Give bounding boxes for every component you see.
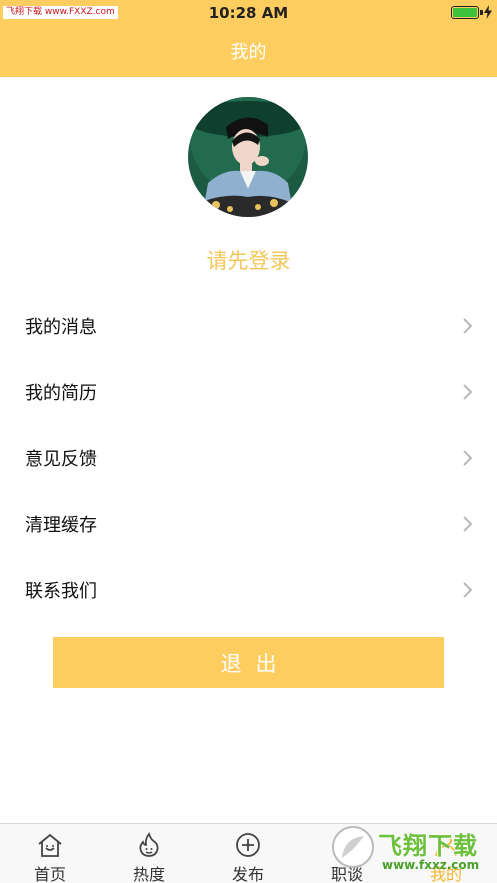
charging-icon	[484, 5, 492, 19]
page-title: 我的	[230, 42, 267, 63]
chevron-right-icon	[463, 450, 473, 466]
tab-publish[interactable]: 发布	[208, 824, 288, 883]
tab-hot[interactable]: 热度	[109, 824, 189, 883]
menu-item-messages[interactable]: 我的消息	[0, 293, 497, 359]
tab-label: 热度	[132, 865, 165, 883]
menu-item-label: 我的简历	[25, 383, 97, 404]
tab-label: 发布	[231, 865, 264, 883]
watermark-logo: 飞翔下载 www.fxxz.com	[330, 824, 497, 883]
tab-home[interactable]: 首页	[10, 824, 90, 883]
home-icon	[38, 833, 62, 857]
chevron-right-icon	[463, 318, 473, 334]
flame-icon	[139, 832, 159, 857]
avatar[interactable]	[188, 97, 308, 217]
watermark-text: 飞翔下载	[378, 832, 478, 860]
status-bar: 飞翔下载 www.FXXZ.com 10:28 AM	[0, 0, 497, 26]
menu-item-label: 我的消息	[25, 317, 97, 338]
login-prompt[interactable]: 请先登录	[0, 245, 497, 275]
battery-tip	[480, 10, 483, 15]
menu-item-label: 清理缓存	[25, 515, 97, 536]
menu-item-label: 联系我们	[25, 581, 97, 602]
chevron-right-icon	[463, 516, 473, 532]
menu-item-contact[interactable]: 联系我们	[0, 557, 497, 623]
chevron-right-icon	[463, 582, 473, 598]
status-time: 10:28 AM	[208, 4, 289, 22]
chevron-right-icon	[463, 384, 473, 400]
menu-item-clear-cache[interactable]: 清理缓存	[0, 491, 497, 557]
header: 飞翔下载 www.FXXZ.com 10:28 AM 我的	[0, 0, 497, 77]
menu-item-resume[interactable]: 我的简历	[0, 359, 497, 425]
tab-label: 首页	[33, 865, 66, 883]
plus-circle-icon	[236, 833, 260, 857]
watermark-leaf-icon	[342, 836, 364, 858]
watermark-url: www.fxxz.com	[382, 858, 480, 872]
logout-button[interactable]: 退出	[53, 637, 444, 688]
watermark-circle	[332, 826, 374, 868]
menu-item-feedback[interactable]: 意见反馈	[0, 425, 497, 491]
menu-item-label: 意见反馈	[25, 449, 97, 470]
menu-list: 我的消息 我的简历 意见反馈 清理缓存 联系我们	[0, 293, 497, 623]
battery-icon	[451, 6, 479, 19]
avatar-image	[188, 97, 308, 217]
